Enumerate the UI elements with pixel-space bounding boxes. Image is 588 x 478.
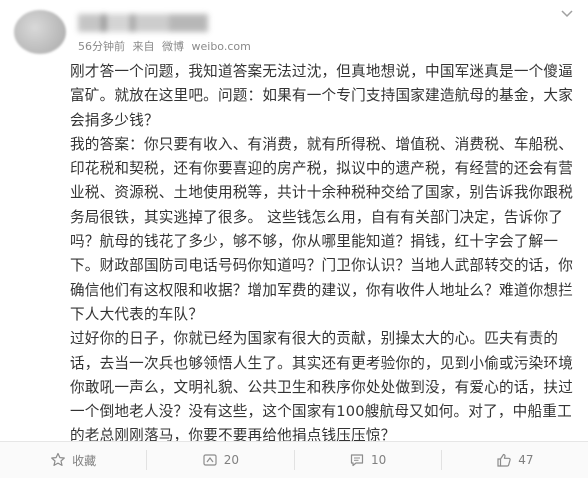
avatar[interactable] [14,10,66,54]
username-blurred[interactable] [78,14,208,32]
post-actions-bar: 收藏 20 10 47 [0,441,588,478]
weibo-post-card: 56分钟前 来自 微博 weibo.com 刚才答一个问题，我知道答案无法过沈，… [0,0,588,478]
comment-icon [349,452,365,468]
comment-button[interactable]: 10 [293,450,441,470]
post-header: 56分钟前 来自 微博 weibo.com [8,6,580,58]
post-paragraph: 我的答案：你只要有收入、有消费，就有所得税、增值税、消费税、车船税、印花税和契税… [70,135,573,323]
source-url: weibo.com [191,40,251,53]
post-meta: 56分钟前 来自 微博 weibo.com [78,38,255,54]
post-paragraph: 过好你的日子，你就已经为国家有很大的贡献，别操太大的心。匹夫有责的话，去当一次兵… [70,330,573,445]
comment-count: 10 [370,453,387,467]
favorite-label: 收藏 [72,453,97,468]
post-time[interactable]: 56分钟前 [78,40,125,53]
like-button[interactable]: 47 [440,450,588,470]
like-count: 47 [518,453,534,467]
thumbs-up-icon [496,452,512,468]
source-prefix: 来自 [132,40,155,53]
favorite-button[interactable]: 收藏 [0,450,146,470]
star-icon [50,452,66,468]
repost-button[interactable]: 20 [146,450,293,470]
post-paragraph: 刚才答一个问题，我知道答案无法过沈，但真地想说，中国军迷真是一个傻逼富矿。就放在… [70,63,573,129]
repost-count: 20 [223,453,240,467]
repost-icon [202,452,218,468]
chevron-down-icon[interactable] [560,10,574,20]
post-content: 刚才答一个问题，我知道答案无法过沈，但真地想说，中国军迷真是一个傻逼富矿。就放在… [70,60,580,449]
source-name[interactable]: 微博 [162,40,184,53]
